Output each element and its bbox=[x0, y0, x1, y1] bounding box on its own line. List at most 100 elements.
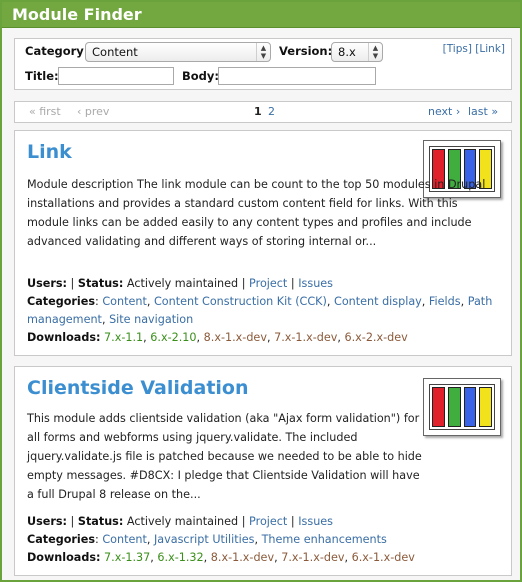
module-finder-window: Module Finder Category: Content ▲ ▼ Versi… bbox=[0, 0, 522, 582]
app-title: Module Finder bbox=[12, 5, 142, 24]
green-bar bbox=[447, 387, 461, 427]
category-link[interactable]: Content display bbox=[334, 295, 422, 308]
link-link[interactable]: [Link] bbox=[475, 43, 505, 55]
help-links: [Tips] [Link] bbox=[443, 43, 505, 55]
pager-last[interactable]: last » bbox=[468, 105, 498, 118]
download-link[interactable]: 6.x-1.x-dev bbox=[352, 551, 415, 564]
comma: , bbox=[266, 331, 271, 344]
pager-current-page: 1 bbox=[254, 105, 262, 118]
blue-bar bbox=[463, 387, 477, 427]
body-input[interactable] bbox=[218, 67, 376, 85]
pager: « first ‹ prev 1 2 next › last » bbox=[14, 101, 512, 123]
separator: | bbox=[70, 515, 75, 528]
comma: , bbox=[337, 331, 341, 344]
comma: , bbox=[326, 295, 331, 308]
project-link[interactable]: Project bbox=[249, 515, 287, 528]
module-title[interactable]: Link bbox=[27, 141, 72, 163]
category-select[interactable]: Content ▲ ▼ bbox=[85, 42, 271, 62]
download-link[interactable]: 6.x-2.10 bbox=[150, 331, 196, 344]
separator: | bbox=[290, 515, 295, 528]
module-description: Module description The link module can b… bbox=[27, 178, 486, 248]
separator: | bbox=[241, 277, 246, 290]
version-label: Version: bbox=[279, 44, 333, 58]
download-link[interactable]: 8.x-1.x-dev bbox=[211, 551, 274, 564]
project-link[interactable]: Project bbox=[249, 277, 287, 290]
issues-link[interactable]: Issues bbox=[298, 277, 333, 290]
users-label: Users: bbox=[27, 515, 67, 528]
download-link[interactable]: 8.x-1.x-dev bbox=[204, 331, 267, 344]
comma: , bbox=[146, 533, 151, 546]
pager-first: « first bbox=[29, 105, 61, 118]
users-status-row: Users: | Status: Actively maintained | P… bbox=[27, 513, 503, 531]
category-label: Category: bbox=[25, 44, 89, 58]
comma: , bbox=[274, 551, 278, 564]
downloads-row: Downloads: 7.x-1.37, 6.x-1.32, 8.x-1.x-d… bbox=[27, 549, 503, 567]
status-label: Status: bbox=[77, 515, 124, 528]
separator: | bbox=[241, 515, 246, 528]
status-value: Actively maintained bbox=[126, 515, 239, 528]
pager-page-2[interactable]: 2 bbox=[268, 105, 275, 118]
red-bar bbox=[432, 387, 445, 427]
comma: , bbox=[421, 295, 426, 308]
body-label: Body: bbox=[182, 69, 219, 83]
colon: : bbox=[95, 533, 99, 546]
category-link[interactable]: Javascript Utilities bbox=[154, 533, 254, 546]
separator: | bbox=[70, 277, 75, 290]
download-link[interactable]: 6.x-1.32 bbox=[157, 551, 203, 564]
module-card: Link Module description The link module … bbox=[14, 130, 512, 356]
filter-panel: Category: Content ▲ ▼ Version: 8.x ▲ ▼ [Ti… bbox=[14, 38, 512, 90]
module-card: Clientside Validation This module adds c… bbox=[14, 366, 512, 576]
colon: : bbox=[95, 295, 99, 308]
categories-label: Categories bbox=[27, 295, 95, 308]
category-select-value: Content bbox=[92, 45, 138, 59]
select-arrows-icon: ▲ ▼ bbox=[256, 43, 270, 61]
comma: , bbox=[254, 533, 259, 546]
comma: , bbox=[196, 331, 201, 344]
module-description: This module adds clientside validation (… bbox=[27, 412, 422, 501]
yellow-bar bbox=[479, 387, 492, 427]
module-meta: Users: | Status: Actively maintained | P… bbox=[27, 275, 503, 347]
category-link[interactable]: Content bbox=[102, 533, 147, 546]
comma: , bbox=[203, 551, 208, 564]
title-input[interactable] bbox=[58, 67, 174, 85]
download-link[interactable]: 6.x-2.x-dev bbox=[344, 331, 407, 344]
title-label: Title: bbox=[25, 69, 59, 83]
comma: , bbox=[101, 313, 106, 326]
pager-next[interactable]: next › bbox=[428, 105, 460, 118]
thumbnail-image bbox=[429, 384, 495, 430]
comma: , bbox=[143, 331, 147, 344]
users-label: Users: bbox=[27, 277, 67, 290]
pager-prev: ‹ prev bbox=[77, 105, 110, 118]
categories-row: Categories: Content, Javascript Utilitie… bbox=[27, 531, 503, 549]
comma: , bbox=[146, 295, 151, 308]
select-arrows-icon: ▲ ▼ bbox=[368, 43, 382, 61]
download-link[interactable]: 7.x-1.x-dev bbox=[281, 551, 344, 564]
version-select[interactable]: 8.x ▲ ▼ bbox=[331, 42, 383, 62]
status-label: Status: bbox=[77, 277, 124, 290]
downloads-label: Downloads: bbox=[27, 551, 101, 564]
categories-row: Categories: Content, Content Constructio… bbox=[27, 293, 503, 329]
title-bar: Module Finder bbox=[2, 2, 520, 28]
category-link[interactable]: Fields bbox=[429, 295, 461, 308]
download-link[interactable]: 7.x-1.x-dev bbox=[274, 331, 337, 344]
categories-label: Categories bbox=[27, 533, 95, 546]
category-link[interactable]: Content bbox=[102, 295, 147, 308]
comma: , bbox=[150, 551, 154, 564]
separator: | bbox=[290, 277, 295, 290]
category-link[interactable]: Theme enhancements bbox=[262, 533, 387, 546]
category-link[interactable]: Content Construction Kit (CCK) bbox=[154, 295, 327, 308]
download-link[interactable]: 7.x-1.1 bbox=[104, 331, 143, 344]
issues-link[interactable]: Issues bbox=[298, 515, 333, 528]
module-meta: Users: | Status: Actively maintained | P… bbox=[27, 513, 503, 567]
module-thumbnail bbox=[423, 378, 501, 436]
download-link[interactable]: 7.x-1.37 bbox=[104, 551, 150, 564]
tips-link[interactable]: [Tips] bbox=[443, 43, 472, 55]
comma: , bbox=[460, 295, 465, 308]
category-link[interactable]: Site navigation bbox=[109, 313, 193, 326]
downloads-label: Downloads: bbox=[27, 331, 101, 344]
module-title[interactable]: Clientside Validation bbox=[27, 377, 249, 399]
status-value: Actively maintained bbox=[126, 277, 239, 290]
version-select-value: 8.x bbox=[338, 45, 356, 59]
users-status-row: Users: | Status: Actively maintained | P… bbox=[27, 275, 503, 293]
comma: , bbox=[344, 551, 349, 564]
